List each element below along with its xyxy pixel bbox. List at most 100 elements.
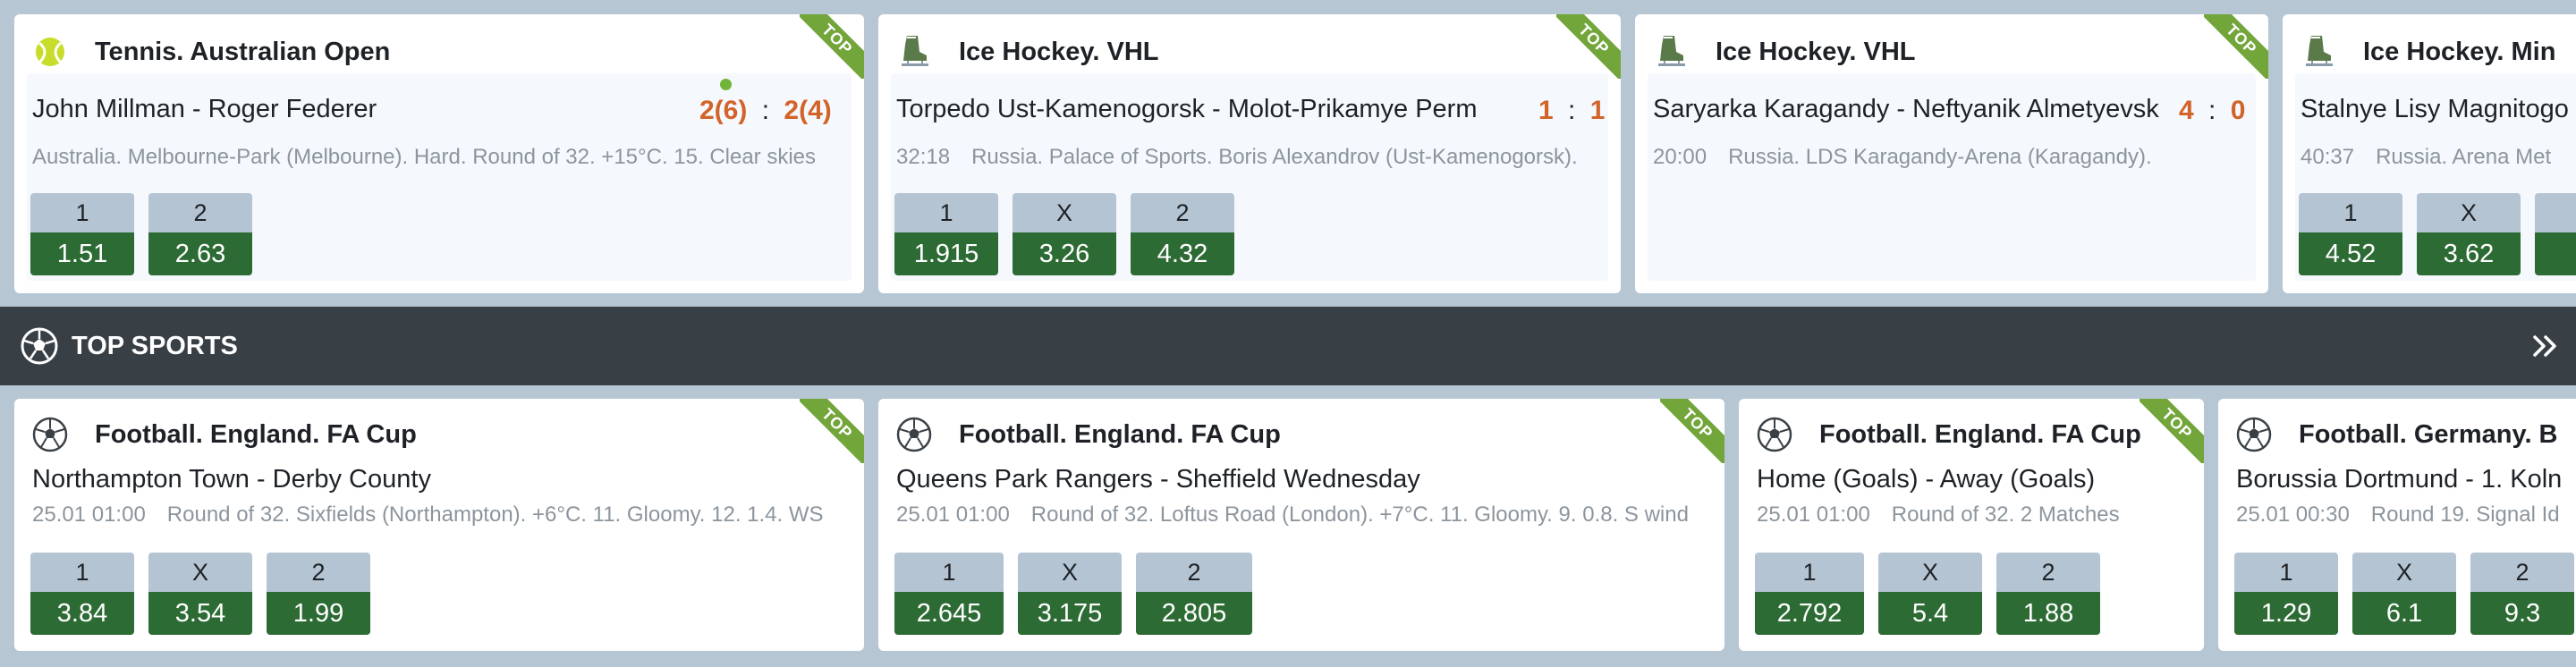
- odd-button[interactable]: [2535, 193, 2576, 275]
- event-title: Ice Hockey. Min: [2363, 37, 2556, 66]
- event-teams[interactable]: Borussia Dortmund - 1. Koln: [2236, 465, 2562, 494]
- event-title: Ice Hockey. VHL: [1716, 37, 1916, 66]
- odd-value[interactable]: 5.4: [1878, 592, 1982, 635]
- event-time: 25.01 00:30: [2236, 502, 2350, 527]
- odd-value[interactable]: 2.805: [1136, 592, 1252, 635]
- odd-value[interactable]: 1.88: [1996, 592, 2100, 635]
- score-separator: :: [761, 96, 770, 125]
- event-info: 25.01 00:30 Round 19. Signal Id: [2236, 502, 2560, 527]
- event-card[interactable]: TOP Ice Hockey. VHL Torpedo Ust-Kamenogo…: [878, 14, 1621, 293]
- odd-button[interactable]: 2 1.99: [267, 553, 370, 635]
- odd-button[interactable]: 2 2.805: [1136, 553, 1252, 635]
- event-card[interactable]: Football. Germany. B Borussia Dortmund -…: [2218, 399, 2576, 651]
- top-badge: TOP: [2204, 14, 2268, 79]
- event-card[interactable]: TOP Football. England. FA Cup Queens Par…: [878, 399, 1724, 651]
- event-teams[interactable]: Saryarka Karagandy - Neftyanik Almetyevs…: [1653, 95, 2159, 124]
- odd-label: [2535, 193, 2576, 232]
- odd-label: 1: [894, 193, 998, 232]
- odd-value[interactable]: 2.645: [894, 592, 1004, 635]
- odds-group: 1 1.51 2 2.63: [30, 193, 267, 275]
- event-time: 25.01 01:00: [32, 502, 146, 527]
- soccer-ball-icon: [20, 326, 59, 366]
- odd-value[interactable]: 3.175: [1018, 592, 1122, 635]
- odd-label: 1: [30, 553, 134, 592]
- odd-button[interactable]: 1 4.52: [2299, 193, 2402, 275]
- odd-button[interactable]: 1 2.792: [1755, 553, 1864, 635]
- odd-button[interactable]: 2 1.88: [1996, 553, 2100, 635]
- odd-button[interactable]: 2 9.3: [2470, 553, 2574, 635]
- event-info: 20:00 Russia. LDS Karagandy-Arena (Karaga…: [1653, 145, 2152, 169]
- odd-button[interactable]: X 3.54: [148, 553, 252, 635]
- event-teams[interactable]: Stalnye Lisy Magnitogo: [2301, 95, 2569, 124]
- odd-button[interactable]: X 3.62: [2417, 193, 2521, 275]
- score-away: 1: [1589, 96, 1606, 125]
- odd-label: 1: [30, 193, 134, 232]
- top-events-row: TOP Football. England. FA Cup Northampto…: [0, 399, 2576, 651]
- event-score: 1 : 1: [1538, 96, 1605, 126]
- odd-button[interactable]: 2 2.63: [148, 193, 252, 275]
- event-time: 32:18: [896, 145, 951, 169]
- odd-value[interactable]: 2.63: [148, 232, 252, 275]
- event-time: 25.01 01:00: [1757, 502, 1870, 527]
- odd-value[interactable]: 1.915: [894, 232, 998, 275]
- event-card[interactable]: TOP Football. England. FA Cup Northampto…: [14, 399, 864, 651]
- odd-value[interactable]: 1.99: [267, 592, 370, 635]
- event-title: Football. Germany. B: [2299, 419, 2558, 449]
- odd-button[interactable]: 1 2.645: [894, 553, 1004, 635]
- event-card[interactable]: TOP Tennis. Australian Open John Millman…: [14, 14, 864, 293]
- odds-group: 1 2.792 X 5.4 2 1.88: [1755, 553, 2114, 635]
- odd-button[interactable]: 1 3.84: [30, 553, 134, 635]
- top-badge: TOP: [800, 14, 864, 79]
- odd-value[interactable]: [2535, 232, 2576, 275]
- odd-label: X: [2417, 193, 2521, 232]
- odd-label: 2: [2470, 553, 2574, 592]
- event-card[interactable]: TOP Ice Hockey. VHL Saryarka Karagandy -…: [1635, 14, 2268, 293]
- odd-value[interactable]: 1.51: [30, 232, 134, 275]
- ice-skate-icon: [1653, 34, 1689, 70]
- odd-button[interactable]: X 3.26: [1013, 193, 1116, 275]
- odd-value[interactable]: 1.29: [2234, 592, 2338, 635]
- soccer-ball-icon: [1757, 417, 1792, 452]
- odd-value[interactable]: 3.62: [2417, 232, 2521, 275]
- top-sports-title: TOP SPORTS: [72, 331, 238, 360]
- event-title: Football. England. FA Cup: [95, 419, 417, 449]
- event-teams[interactable]: Northampton Town - Derby County: [32, 465, 431, 494]
- event-time: 25.01 01:00: [896, 502, 1010, 527]
- top-badge: TOP: [800, 399, 864, 463]
- odd-button[interactable]: X 5.4: [1878, 553, 1982, 635]
- odd-label: X: [148, 553, 252, 592]
- odd-button[interactable]: 2 4.32: [1131, 193, 1234, 275]
- top-sports-header[interactable]: TOP SPORTS: [0, 307, 2576, 385]
- odd-value[interactable]: 3.84: [30, 592, 134, 635]
- odd-value[interactable]: 3.26: [1013, 232, 1116, 275]
- score-away: 2(4): [784, 96, 832, 125]
- odd-button[interactable]: 1 1.915: [894, 193, 998, 275]
- odd-value[interactable]: 4.52: [2299, 232, 2402, 275]
- soccer-ball-icon: [32, 417, 68, 452]
- double-chevron-right-icon[interactable]: [2529, 330, 2562, 362]
- event-info: 25.01 01:00 Round of 32. 2 Matches: [1757, 502, 2120, 527]
- event-teams[interactable]: Home (Goals) - Away (Goals): [1757, 465, 2095, 494]
- odd-label: 1: [2299, 193, 2402, 232]
- odd-button[interactable]: 1 1.51: [30, 193, 134, 275]
- event-teams[interactable]: John Millman - Roger Federer: [32, 95, 377, 124]
- event-title: Football. England. FA Cup: [959, 419, 1281, 449]
- odd-button[interactable]: 1 1.29: [2234, 553, 2338, 635]
- event-card[interactable]: Ice Hockey. Min Stalnye Lisy Magnitogo 4…: [2283, 14, 2576, 293]
- odd-value[interactable]: 3.54: [148, 592, 252, 635]
- odd-button[interactable]: X 3.175: [1018, 553, 1122, 635]
- odd-label: 1: [894, 553, 1004, 592]
- odd-button[interactable]: X 6.1: [2352, 553, 2456, 635]
- score-home: 4: [2179, 96, 2194, 125]
- odd-value[interactable]: 9.3: [2470, 592, 2574, 635]
- event-info: 25.01 01:00 Round of 32. Sixfields (North…: [32, 502, 824, 527]
- event-teams[interactable]: Queens Park Rangers - Sheffield Wednesda…: [896, 465, 1420, 494]
- odd-label: X: [1018, 553, 1122, 592]
- odd-value[interactable]: 2.792: [1755, 592, 1864, 635]
- event-card[interactable]: TOP Football. England. FA Cup Home (Goal…: [1739, 399, 2204, 651]
- event-teams[interactable]: Torpedo Ust-Kamenogorsk - Molot-Prikamye…: [896, 95, 1477, 124]
- odd-label: 1: [2234, 553, 2338, 592]
- odd-value[interactable]: 4.32: [1131, 232, 1234, 275]
- odd-value[interactable]: 6.1: [2352, 592, 2456, 635]
- event-info: 40:37 Russia. Arena Met: [2301, 145, 2552, 169]
